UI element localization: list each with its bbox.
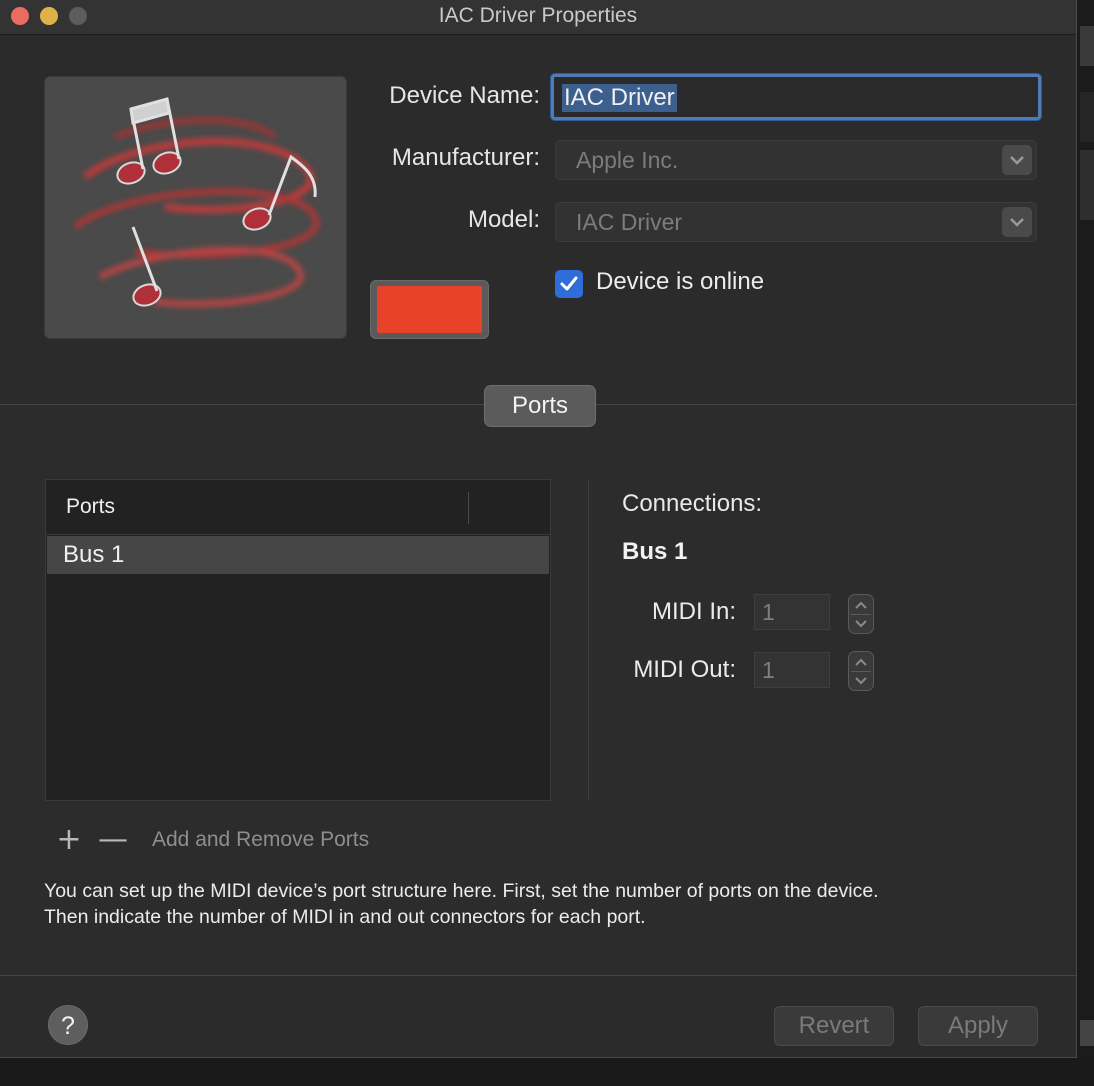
manufacturer-label: Manufacturer: [391,144,540,171]
music-notes-icon [73,97,320,307]
properties-window: IAC Driver Properties Device Name: IAC D… [0,0,1077,1058]
midi-out-stepper[interactable] [848,651,874,691]
device-name-field[interactable]: IAC Driver [551,74,1041,120]
midi-in-label: MIDI In: [651,598,736,625]
table-row[interactable]: Bus 1 [47,536,549,574]
checkmark-icon [560,276,578,291]
midi-out-label: MIDI Out: [633,656,736,683]
chevron-up-icon [855,658,867,666]
ports-table[interactable]: Ports Bus 1 [45,479,551,801]
add-remove-ports-label: Add and Remove Ports [152,828,370,851]
model-label: Model: [467,206,540,233]
column-divider [468,492,469,524]
connections-title: Connections: [622,490,763,517]
window-title: IAC Driver Properties [438,4,638,27]
selected-port-name: Bus 1 [622,538,688,565]
chevron-down-icon [855,620,867,628]
manufacturer-popup[interactable]: Apple Inc. [555,140,1037,180]
chevron-up-icon [855,601,867,609]
device-color-swatch [377,286,482,333]
midi-in-field[interactable]: 1 [754,594,830,630]
device-color-button[interactable] [370,280,489,339]
add-port-button[interactable]: + [54,825,84,856]
title-bar[interactable]: IAC Driver Properties [0,0,1076,35]
revert-button[interactable]: Revert [774,1006,894,1046]
background-app-edge [1076,0,1094,1086]
background-app-panel [1080,92,1094,142]
stepper-divider [851,671,871,672]
device-online-label[interactable]: Device is online [596,268,764,296]
help-text: You can set up the MIDI device’s port st… [44,878,1044,930]
device-name-value: IAC Driver [562,84,677,112]
footer-divider [0,975,1076,976]
device-name-label: Device Name: [389,82,540,109]
model-popup[interactable]: IAC Driver [555,202,1037,242]
stepper-divider [851,614,871,615]
background-app-panel [1080,150,1094,220]
background-app-panel [1080,1020,1094,1046]
tab-ports[interactable]: Ports [484,385,596,427]
help-text-line: Then indicate the number of MIDI in and … [44,906,646,928]
help-text-line: You can set up the MIDI device’s port st… [44,880,879,902]
port-name: Bus 1 [63,541,125,568]
apply-button[interactable]: Apply [918,1006,1038,1046]
vertical-divider [588,479,589,801]
remove-port-button[interactable]: — [98,825,128,856]
background-app-panel [1080,26,1094,66]
model-value: IAC Driver [576,209,683,235]
chevron-down-icon [1002,145,1032,175]
device-icon[interactable] [44,76,347,339]
ports-table-header[interactable]: Ports [46,480,550,535]
midi-out-field[interactable]: 1 [754,652,830,688]
chevron-down-icon [1002,207,1032,237]
midi-in-stepper[interactable] [848,594,874,634]
ports-column-header[interactable]: Ports [66,495,115,519]
chevron-down-icon [855,677,867,685]
background-app-bottom [0,1058,1094,1086]
manufacturer-value: Apple Inc. [576,147,679,173]
help-button[interactable]: ? [48,1005,88,1045]
device-online-checkbox[interactable] [555,270,583,298]
screen: IAC Driver Properties Device Name: IAC D… [0,0,1094,1086]
